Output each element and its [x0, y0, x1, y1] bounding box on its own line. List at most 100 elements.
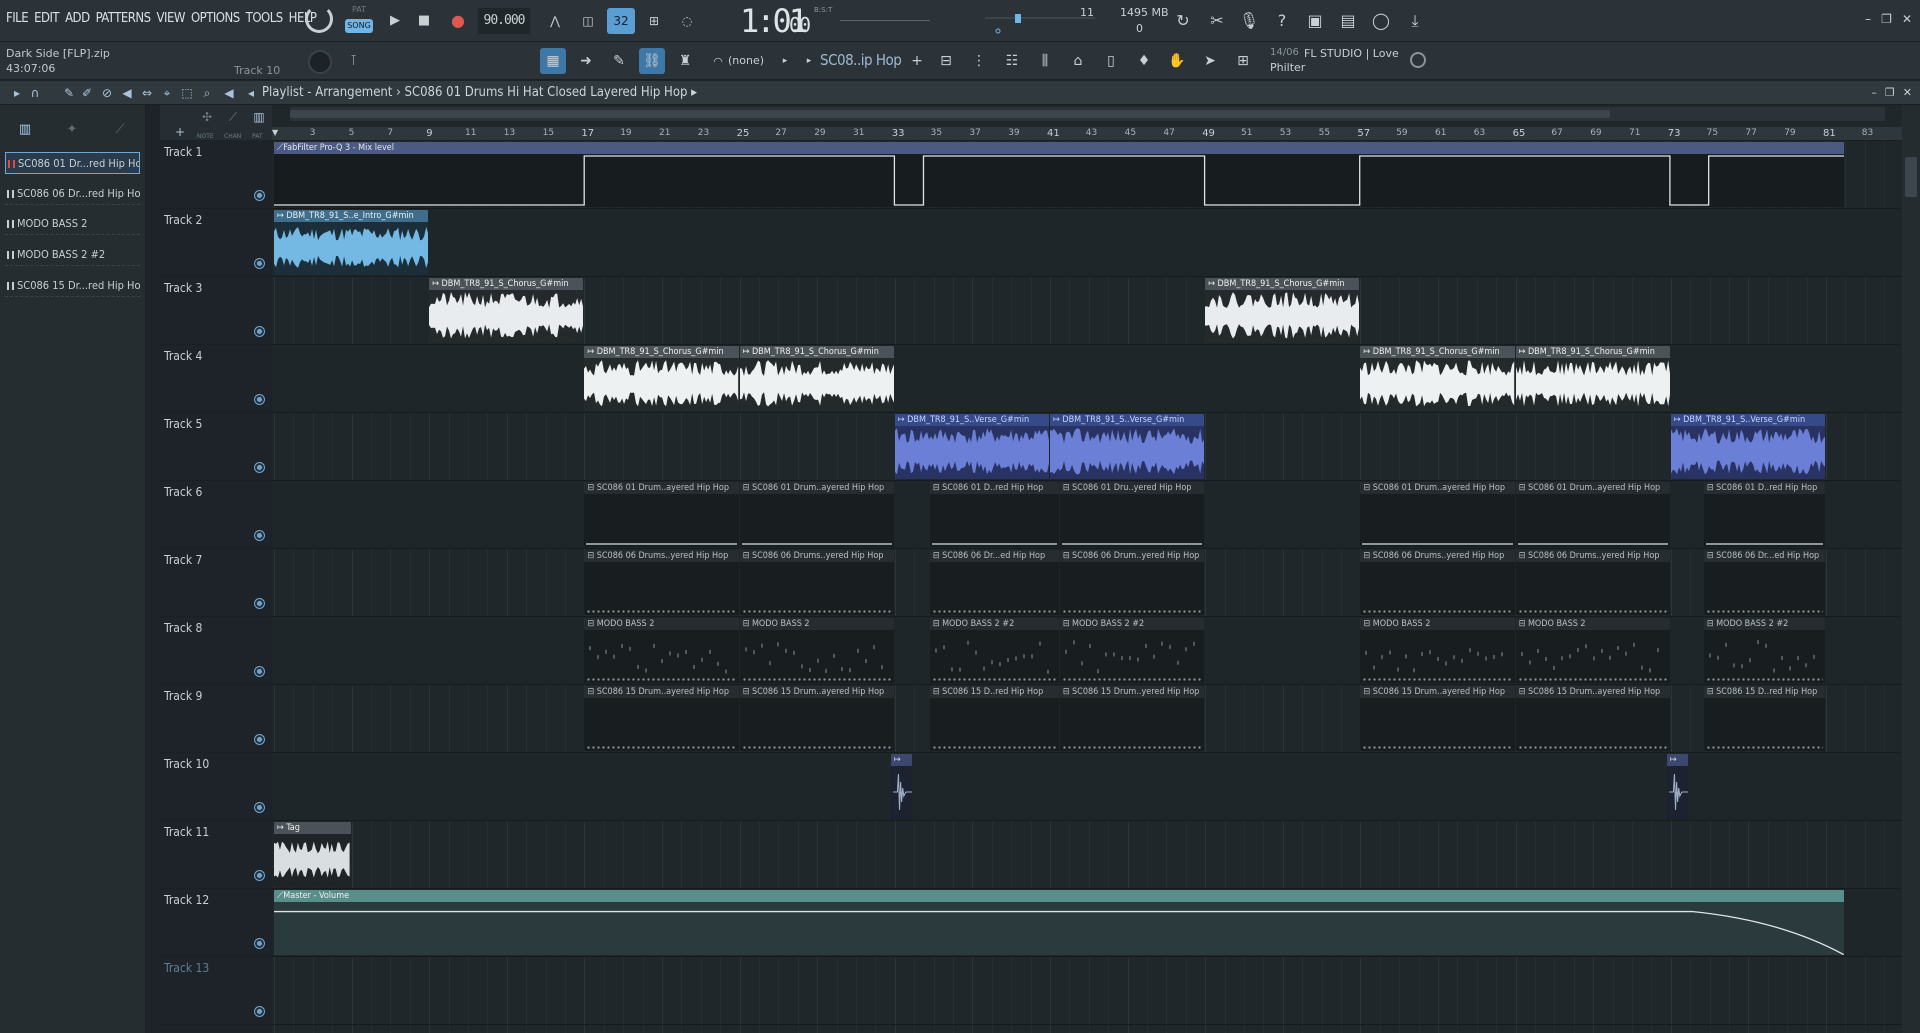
audio-clip-verse[interactable]: ↦ DBM_TR8_91_S..Verse_G#min [1050, 414, 1205, 479]
audio-clip-intro[interactable]: ↦ DBM_TR8_91_S..e_Intro_G#min [274, 210, 429, 275]
track-mute-led[interactable] [255, 463, 264, 472]
help-icon[interactable]: ? [1270, 9, 1294, 33]
audio-clip-chorus[interactable]: ↦ DBM_TR8_91_S_Chorus_G#min [1360, 346, 1515, 411]
track-header[interactable]: Track 1 [160, 141, 272, 209]
cart-icon[interactable]: ⊞ [1230, 48, 1256, 74]
plugin-icon[interactable]: ♦ [1131, 48, 1157, 74]
track-mute-led[interactable] [255, 939, 264, 948]
menu-options[interactable]: OPTIONS [191, 11, 240, 26]
play-button[interactable]: ▶ [384, 9, 406, 31]
master-pitch-slider[interactable] [985, 8, 1095, 34]
track-header[interactable]: Track 4 [160, 345, 272, 413]
audio-clip-verse[interactable]: ↦ DBM_TR8_91_S..Verse_G#min [894, 414, 1049, 479]
metronome-button[interactable]: ◫ [574, 8, 602, 34]
picker-item-0[interactable]: SC086 01 Dr...red Hip Hop [5, 152, 140, 174]
save-icon[interactable]: ▣ [1303, 9, 1327, 33]
pattern-clip[interactable]: ⊟ SC086 01 Drum..ayered Hip Hop [1360, 482, 1515, 547]
vertical-scrollbar[interactable] [1902, 105, 1920, 1033]
add-track-icon[interactable]: + [173, 125, 187, 139]
audio-clip-chorus[interactable]: ↦ DBM_TR8_91_S_Chorus_G#min [1205, 278, 1360, 343]
restore-icon[interactable]: ❐ [1881, 12, 1892, 26]
pattern-clip[interactable]: ⊟ MODO BASS 2 #2 [929, 618, 1059, 683]
track-header[interactable]: Track 11 [160, 821, 272, 889]
audio-clip-drop[interactable]: ↦ [1666, 754, 1689, 819]
piano-roll-icon[interactable]: ⋮ [966, 48, 992, 74]
pattern-next-icon[interactable]: ▸ [796, 48, 822, 74]
playback-tool-icon[interactable]: ◀ [222, 86, 236, 100]
typing-keyboard-button[interactable]: ⋀ [541, 8, 569, 34]
track-mute-led[interactable] [255, 735, 264, 744]
pattern-clip[interactable]: ⊟ SC086 06 Drums..yered Hip Hop [739, 550, 894, 615]
track-mute-led[interactable] [255, 1007, 264, 1016]
paint-tool-icon[interactable]: ✐ [80, 86, 94, 100]
audio-clip-chorus[interactable]: ↦ DBM_TR8_91_S_Chorus_G#min [584, 346, 739, 411]
mute-tool-icon[interactable]: ◀ [120, 86, 134, 100]
menu-patterns[interactable]: PATTERNS [96, 11, 151, 26]
channel-rack-icon[interactable]: ⊟ [933, 48, 959, 74]
track-mute-led[interactable] [255, 531, 264, 540]
pattern-clip[interactable]: ⊟ MODO BASS 2 #2 [1703, 618, 1825, 683]
picker-item-2[interactable]: MODO BASS 2 [5, 213, 140, 235]
arrow-button[interactable]: ➜ [573, 48, 599, 74]
pattern-clip[interactable]: ⊟ MODO BASS 2 [1360, 618, 1515, 683]
file-icon[interactable]: ▯ [1098, 48, 1124, 74]
send-icon[interactable]: ➤ [1197, 48, 1223, 74]
picker-automation-tab[interactable]: ⟋ [108, 122, 132, 138]
channel-icon[interactable]: ⫼ [1032, 48, 1058, 74]
pattern-clip[interactable]: ⊟ SC086 01 Dru..yered Hip Hop [1059, 482, 1205, 547]
snap-note-icon[interactable]: ✣ [200, 110, 214, 124]
piano-roll-tool-button[interactable]: ✎ [606, 48, 632, 74]
track-lane[interactable] [272, 957, 1902, 1025]
playlist-button[interactable]: ▦ [540, 48, 566, 74]
pattern-clip[interactable]: ⊟ SC086 06 Dr...ed Hip Hop [929, 550, 1059, 615]
horizontal-scroll-thumb[interactable] [290, 110, 1610, 118]
automation-clip-fabfilter[interactable]: ⟋FabFilter Pro-Q 3 - Mix level [274, 142, 1845, 207]
main-pitch-knob[interactable] [308, 50, 332, 74]
automation-curve[interactable] [274, 902, 1845, 955]
browser-icon[interactable]: ⌂ [1065, 48, 1091, 74]
track-mute-led[interactable] [255, 803, 264, 812]
zoom-tool-icon[interactable]: ⌕ [200, 86, 214, 100]
menu-edit[interactable]: EDIT [34, 11, 59, 26]
touch-icon[interactable]: ✋ [1164, 48, 1190, 74]
pattern-selector-none[interactable]: (none) [728, 54, 764, 67]
add-pattern-icon[interactable]: + [904, 48, 930, 74]
blend-notes-button[interactable]: ⊞ [640, 8, 668, 34]
download-icon[interactable]: ⤓ [1403, 9, 1427, 33]
select-tool-icon[interactable]: ⬚ [180, 86, 194, 100]
picker-item-4[interactable]: SC086 15 Dr...red Hip Hop [5, 275, 140, 297]
magnet-icon[interactable]: ∩ [28, 86, 42, 100]
track-header[interactable]: Track 2 [160, 209, 272, 277]
automation-curve[interactable] [274, 154, 1845, 207]
track-header[interactable]: Track 8 [160, 617, 272, 685]
pattern-clip[interactable]: ⊟ MODO BASS 2 [1515, 618, 1670, 683]
pattern-clip[interactable]: ⊟ SC086 06 Dr...ed Hip Hop [1703, 550, 1825, 615]
track-lane[interactable] [272, 209, 1902, 277]
news-title[interactable]: FL STUDIO | Love [1304, 47, 1399, 60]
track-mute-led[interactable] [255, 667, 264, 676]
playlist-maximize-icon[interactable]: ❐ [1885, 86, 1895, 99]
timeline-ruler[interactable]: 3 5 7 9 11 13 15 17 19 21 23 25 27 29 31 33 35 37 39 41 43 45… [272, 127, 1902, 141]
playlist-menu-icon[interactable]: ▸ [10, 86, 24, 100]
pattern-clip[interactable]: ⊟ SC086 15 D..red Hip Hop [1703, 686, 1825, 751]
pattern-clip[interactable]: ⊟ SC086 01 D..red Hip Hop [1703, 482, 1825, 547]
track-mute-led[interactable] [255, 327, 264, 336]
pattern-clip[interactable]: ⊟ SC086 01 D..red Hip Hop [929, 482, 1059, 547]
pattern-clip[interactable]: ⊟ MODO BASS 2 [584, 618, 739, 683]
audio-clip-chorus[interactable]: ↦ DBM_TR8_91_S_Chorus_G#min [1515, 346, 1670, 411]
menu-add[interactable]: ADD [65, 11, 90, 26]
track-lane[interactable] [272, 821, 1902, 889]
pattern-prev-icon[interactable]: ▸ [772, 48, 798, 74]
render-icon[interactable]: ▤ [1336, 9, 1360, 33]
pattern-clip[interactable]: ⊟ SC086 06 Drums..yered Hip Hop [1360, 550, 1515, 615]
pattern-clip[interactable]: ⊟ SC086 15 Drum..ayered Hip Hop [584, 686, 739, 751]
delete-tool-icon[interactable]: ⊘ [100, 86, 114, 100]
slice-tool-icon[interactable]: ⌖ [160, 86, 174, 100]
track-header[interactable]: Track 10 [160, 753, 272, 821]
picker-patterns-tab[interactable]: ▥ [13, 122, 37, 138]
track-header[interactable]: Track 7 [160, 549, 272, 617]
master-volume-knob[interactable] [305, 5, 333, 33]
track-header[interactable]: Track 5 [160, 413, 272, 481]
audio-clip-tag[interactable]: ↦ Tag [274, 822, 351, 887]
audio-clip-chorus[interactable]: ↦ DBM_TR8_91_S_Chorus_G#min [429, 278, 584, 343]
